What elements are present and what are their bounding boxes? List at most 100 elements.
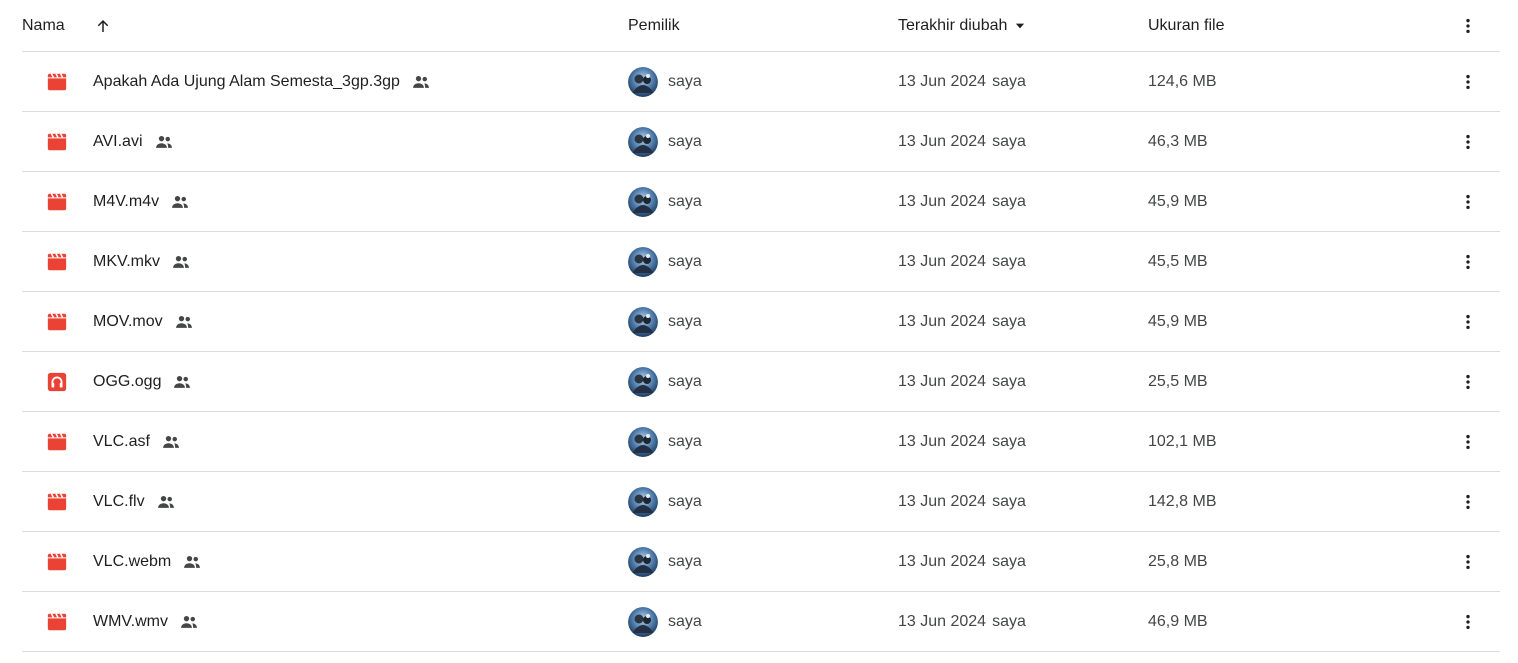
file-name[interactable]: MOV.mov [93,313,163,331]
table-row[interactable]: M4V.m4v saya 13 Jun 2024 saya 45,9 MB [22,172,1500,232]
file-name[interactable]: VLC.webm [93,553,171,571]
file-name[interactable]: WMV.wmv [93,613,168,631]
owner-name: saya [668,72,702,90]
video-icon [46,431,68,453]
table-row[interactable]: VLC.flv saya 13 Jun 2024 saya 142,8 MB [22,472,1500,532]
avatar [628,606,658,637]
file-size: 25,8 MB [1148,552,1208,570]
row-more-button[interactable] [1454,172,1482,231]
caret-down-icon[interactable] [1013,19,1027,33]
size-column-header[interactable]: Ukuran file [1148,0,1224,51]
row-more-button[interactable] [1454,292,1482,351]
row-more-button[interactable] [1454,532,1482,591]
file-size: 142,8 MB [1148,492,1217,510]
file-name[interactable]: OGG.ogg [93,373,161,391]
owner-cell: saya [628,532,702,591]
file-name[interactable]: VLC.flv [93,493,145,511]
modified-date: 13 Jun 2024 [898,492,987,510]
row-more-button[interactable] [1454,232,1482,291]
owner-name: saya [668,612,702,630]
video-icon [46,551,68,573]
file-name-cell[interactable]: AVI.avi [22,112,175,171]
table-row[interactable]: OGG.ogg saya 13 Jun 2024 saya 25,5 MB [22,352,1500,412]
row-more-button[interactable] [1454,412,1482,471]
file-name-cell[interactable]: VLC.flv [22,472,177,531]
more-vert-icon[interactable] [1454,12,1482,40]
modified-date: 13 Jun 2024 [898,372,987,390]
file-size: 25,5 MB [1148,372,1208,390]
modified-cell: 13 Jun 2024 saya [898,232,1026,291]
file-name-cell[interactable]: VLC.webm [22,532,203,591]
table-row[interactable]: WMV.wmv saya 13 Jun 2024 saya 46,9 MB [22,592,1500,652]
more-vert-icon[interactable] [1454,368,1482,396]
owner-cell: saya [628,112,702,171]
size-cell: 124,6 MB [1148,52,1216,111]
shared-icon [173,311,195,333]
more-vert-icon[interactable] [1454,548,1482,576]
file-list-body: Apakah Ada Ujung Alam Semesta_3gp.3gp sa… [22,52,1500,652]
header-more-button[interactable] [1454,0,1482,51]
row-more-button[interactable] [1454,592,1482,651]
file-name-cell[interactable]: VLC.asf [22,412,182,471]
row-more-button[interactable] [1454,472,1482,531]
name-column-label: Nama [22,16,65,34]
size-column-label: Ukuran file [1148,16,1225,34]
avatar [628,306,658,337]
table-row[interactable]: AVI.avi saya 13 Jun 2024 saya 46,3 MB [22,112,1500,172]
owner-cell: saya [628,172,702,231]
file-name-cell[interactable]: M4V.m4v [22,172,191,231]
shared-icon [153,131,175,153]
file-name-cell[interactable]: MOV.mov [22,292,195,351]
modified-column-header[interactable]: Terakhir diubah [898,0,1027,51]
file-name-cell[interactable]: Apakah Ada Ujung Alam Semesta_3gp.3gp [22,52,432,111]
modified-cell: 13 Jun 2024 saya [898,592,1026,651]
owner-name: saya [668,192,702,210]
size-cell: 46,3 MB [1148,112,1208,171]
more-vert-icon[interactable] [1454,608,1482,636]
table-row[interactable]: MKV.mkv saya 13 Jun 2024 saya 45,5 MB [22,232,1500,292]
modified-by: saya [992,252,1026,270]
modified-date: 13 Jun 2024 [898,132,987,150]
row-more-button[interactable] [1454,112,1482,171]
file-name[interactable]: M4V.m4v [93,193,159,211]
row-more-button[interactable] [1454,352,1482,411]
file-size: 124,6 MB [1148,72,1217,90]
file-name[interactable]: MKV.mkv [93,253,160,271]
more-vert-icon[interactable] [1454,188,1482,216]
file-name-cell[interactable]: OGG.ogg [22,352,193,411]
file-name-cell[interactable]: WMV.wmv [22,592,200,651]
video-icon [46,71,68,93]
audio-icon [46,371,68,393]
file-name[interactable]: Apakah Ada Ujung Alam Semesta_3gp.3gp [93,73,400,91]
avatar [628,246,658,277]
modified-cell: 13 Jun 2024 saya [898,472,1026,531]
name-column-header[interactable]: Nama [22,0,113,51]
file-name-cell[interactable]: MKV.mkv [22,232,192,291]
size-cell: 45,5 MB [1148,232,1208,291]
modified-cell: 13 Jun 2024 saya [898,532,1026,591]
table-row[interactable]: VLC.webm saya 13 Jun 2024 saya 25,8 MB [22,532,1500,592]
more-vert-icon[interactable] [1454,308,1482,336]
owner-column-header[interactable]: Pemilik [628,0,680,51]
owner-cell: saya [628,292,702,351]
video-icon [46,611,68,633]
modified-by: saya [992,492,1026,510]
size-cell: 46,9 MB [1148,592,1208,651]
more-vert-icon[interactable] [1454,428,1482,456]
owner-cell: saya [628,412,702,471]
owner-cell: saya [628,472,702,531]
owner-name: saya [668,252,702,270]
more-vert-icon[interactable] [1454,68,1482,96]
modified-date: 13 Jun 2024 [898,552,987,570]
arrow-up-icon[interactable] [93,16,113,36]
row-more-button[interactable] [1454,52,1482,111]
more-vert-icon[interactable] [1454,248,1482,276]
table-row[interactable]: Apakah Ada Ujung Alam Semesta_3gp.3gp sa… [22,52,1500,112]
file-name[interactable]: AVI.avi [93,133,143,151]
file-name[interactable]: VLC.asf [93,433,150,451]
table-row[interactable]: VLC.asf saya 13 Jun 2024 saya 102,1 MB [22,412,1500,472]
table-row[interactable]: MOV.mov saya 13 Jun 2024 saya 45,9 MB [22,292,1500,352]
more-vert-icon[interactable] [1454,488,1482,516]
more-vert-icon[interactable] [1454,128,1482,156]
file-size: 45,9 MB [1148,192,1208,210]
